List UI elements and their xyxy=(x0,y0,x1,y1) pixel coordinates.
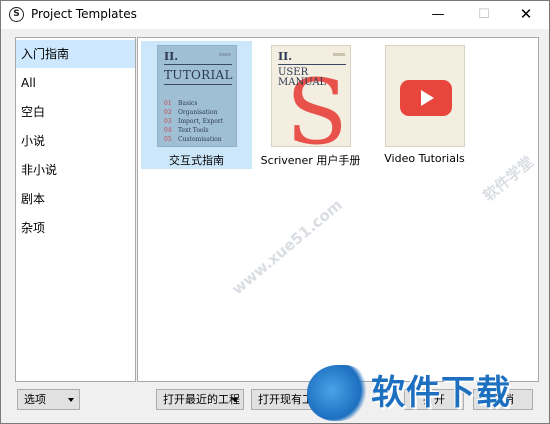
template-tile-user-manual[interactable]: S II. USER MANUAL Scrivener 用户手册 xyxy=(255,41,366,169)
template-label: Scrivener 用户手册 xyxy=(260,154,361,167)
close-button[interactable]: ✕ xyxy=(503,1,549,29)
options-label: 选项 xyxy=(24,393,46,406)
toc-row: 03 Import, Export xyxy=(164,118,224,125)
window-title: Project Templates xyxy=(31,7,137,21)
cover-tag xyxy=(219,53,231,56)
category-item-all[interactable]: All xyxy=(16,69,135,97)
template-tile-interactive-tutorial[interactable]: II. TUTORIAL 01 Basics 02 Organisation 03 I… xyxy=(141,41,252,169)
video-cover-thumbnail xyxy=(385,45,465,147)
cover-tag xyxy=(333,53,345,56)
category-item-fiction[interactable]: 小说 xyxy=(16,127,135,155)
toc-row: 05 Customisation xyxy=(164,136,222,143)
category-item-miscellaneous[interactable]: 杂项 xyxy=(16,214,135,242)
maximize-button[interactable]: ☐ xyxy=(461,1,507,29)
options-dropdown-button[interactable]: 选项 xyxy=(17,389,80,410)
cover-rule xyxy=(164,84,232,85)
dropdown-arrow-icon xyxy=(232,398,238,402)
dropdown-arrow-icon xyxy=(68,398,74,402)
title-bar: S Project Templates — ☐ ✕ xyxy=(1,1,549,29)
cancel-button[interactable]: 取消 xyxy=(473,389,533,410)
watermark-faint-url: www.xue51.com xyxy=(228,195,346,299)
category-list: 入门指南 All 空白 小说 非小说 剧本 杂项 xyxy=(15,37,136,382)
manual-cover-thumbnail: S II. USER MANUAL xyxy=(271,45,351,147)
template-grid: II. TUTORIAL 01 Basics 02 Organisation 03 I… xyxy=(137,37,539,382)
open-button[interactable]: 打开 xyxy=(404,389,464,410)
play-triangle-icon xyxy=(421,90,434,106)
cover-numeral: II. xyxy=(278,50,293,63)
minimize-button[interactable]: — xyxy=(415,1,461,29)
toc-row: 01 Basics xyxy=(164,100,198,107)
cover-rule xyxy=(278,64,346,65)
template-tile-video-tutorials[interactable]: Video Tutorials xyxy=(369,41,480,169)
watermark-faint-text: 软件学堂 xyxy=(479,152,538,206)
category-item-blank[interactable]: 空白 xyxy=(16,98,135,126)
open-recent-dropdown-button[interactable]: 打开最近的工程 xyxy=(156,389,244,410)
cover-numeral: II. xyxy=(164,50,179,63)
scrivener-app-icon: S xyxy=(9,7,24,22)
cover-toc: 01 Basics 02 Organisation 03 Import, Export… xyxy=(164,99,236,144)
template-label: Video Tutorials xyxy=(384,152,465,165)
tutorial-cover-thumbnail: II. TUTORIAL 01 Basics 02 Organisation 03 I… xyxy=(157,45,237,147)
template-label: 交互式指南 xyxy=(169,154,224,167)
cover-rule xyxy=(164,64,232,65)
open-existing-button[interactable]: 打开现有工程 xyxy=(251,389,323,410)
open-recent-label: 打开最近的工程 xyxy=(163,393,240,406)
category-item-getting-started[interactable]: 入门指南 xyxy=(16,40,135,68)
toc-row: 04 Text Tools xyxy=(164,127,209,134)
category-item-non-fiction[interactable]: 非小说 xyxy=(16,156,135,184)
toc-row: 02 Organisation xyxy=(164,109,218,116)
cover-title: USER MANUAL xyxy=(278,67,327,88)
category-item-scriptwriting[interactable]: 剧本 xyxy=(16,185,135,213)
project-templates-dialog: S Project Templates — ☐ ✕ 入门指南 All 空白 小说… xyxy=(0,0,550,424)
cover-title: TUTORIAL xyxy=(164,68,233,82)
youtube-play-icon xyxy=(400,80,452,116)
